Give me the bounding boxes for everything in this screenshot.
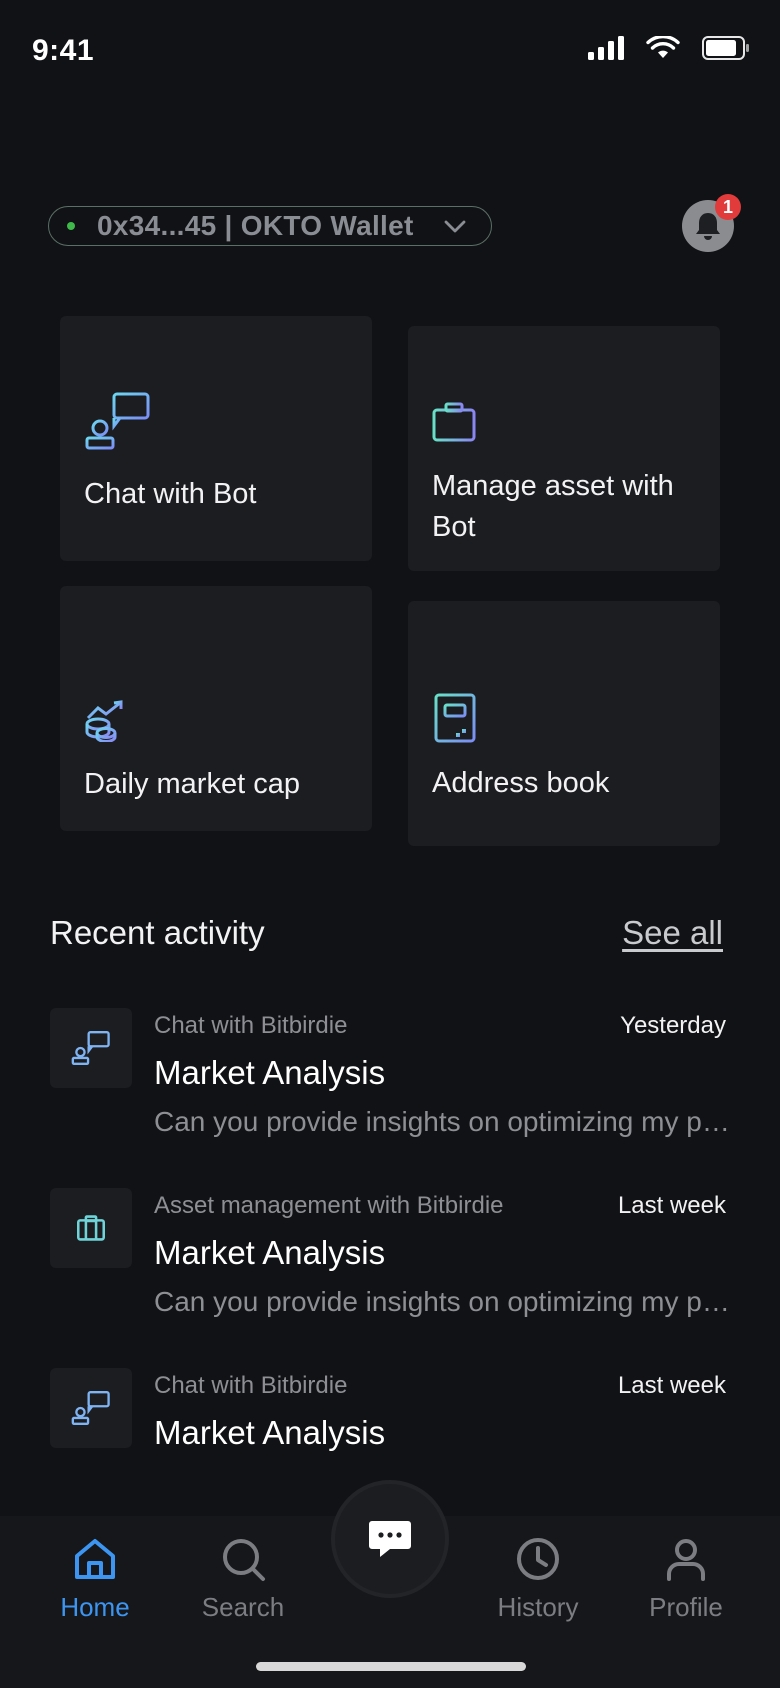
activity-time: Yesterday	[620, 1012, 726, 1039]
coins-growth-icon	[85, 700, 123, 742]
tab-history[interactable]: History	[478, 1536, 598, 1623]
wallet-status-dot	[67, 222, 75, 230]
briefcase-icon	[77, 1215, 105, 1241]
briefcase-icon	[432, 402, 476, 442]
recent-activity-title: Recent activity	[50, 914, 265, 951]
chat-fab-button[interactable]	[331, 1480, 449, 1598]
status-icons	[588, 36, 750, 60]
activity-item[interactable]: Chat with Bitbirdie Yesterday Market Ana…	[50, 1008, 730, 1158]
activity-title: Market Analysis	[154, 1234, 386, 1271]
wallet-label: 0x34...45 | OKTO Wallet	[97, 210, 414, 241]
activity-preview: Can you provide insights on optimizing m…	[154, 1286, 730, 1317]
card-manage-asset[interactable]: Manage asset with Bot	[408, 326, 720, 571]
tab-label: Search	[201, 1592, 285, 1622]
tab-search[interactable]: Search	[183, 1536, 303, 1623]
activity-source: Chat with Bitbirdie	[154, 1012, 348, 1039]
wallet-selector[interactable]: 0x34...45 | OKTO Wallet	[48, 206, 492, 246]
see-all-link[interactable]: See all	[622, 914, 723, 952]
activity-source: Chat with Bitbirdie	[154, 1372, 348, 1399]
activity-title: Market Analysis	[154, 1054, 386, 1091]
cellular-signal-icon	[588, 36, 624, 60]
activity-thumbnail	[50, 1368, 132, 1448]
activity-item[interactable]: Asset management with Bitbirdie Last wee…	[50, 1188, 730, 1338]
user-icon	[667, 1539, 705, 1581]
card-label: Manage asset with Bot	[432, 470, 674, 543]
chat-bot-icon	[85, 392, 150, 450]
activity-thumbnail	[50, 1188, 132, 1268]
activity-preview: Can you provide insights on optimizing m…	[154, 1106, 730, 1137]
chat-bubble-icon	[369, 1521, 411, 1557]
tab-label: Home	[60, 1592, 130, 1622]
notification-badge: 1	[715, 194, 741, 220]
tab-label: History	[497, 1592, 579, 1622]
status-bar: 9:41	[0, 0, 780, 110]
tab-profile[interactable]: Profile	[626, 1536, 746, 1623]
card-chat-with-bot[interactable]: Chat with Bot	[60, 316, 372, 561]
card-label: Address book	[432, 767, 610, 799]
tab-label: Profile	[649, 1592, 723, 1622]
home-indicator	[256, 1662, 526, 1671]
activity-thumbnail	[50, 1008, 132, 1088]
card-daily-market-cap[interactable]: Daily market cap	[60, 586, 372, 831]
tab-home[interactable]: Home	[35, 1536, 155, 1623]
clock-icon	[517, 1538, 559, 1580]
address-book-icon	[433, 693, 476, 743]
chat-bot-icon	[71, 1391, 110, 1425]
card-label: Daily market cap	[84, 768, 300, 800]
card-address-book[interactable]: Address book	[408, 601, 720, 846]
search-icon	[223, 1539, 265, 1581]
activity-time: Last week	[617, 1372, 726, 1399]
chevron-down-icon	[444, 220, 466, 233]
wifi-icon	[646, 36, 680, 58]
card-label: Chat with Bot	[84, 478, 257, 510]
battery-icon	[702, 36, 749, 60]
chat-bot-icon	[71, 1031, 110, 1065]
status-time: 9:41	[32, 34, 95, 67]
activity-title: Market Analysis	[154, 1414, 386, 1451]
activity-source: Asset management with Bitbirdie	[154, 1192, 504, 1219]
activity-time: Last week	[617, 1192, 726, 1219]
home-icon	[75, 1539, 115, 1579]
